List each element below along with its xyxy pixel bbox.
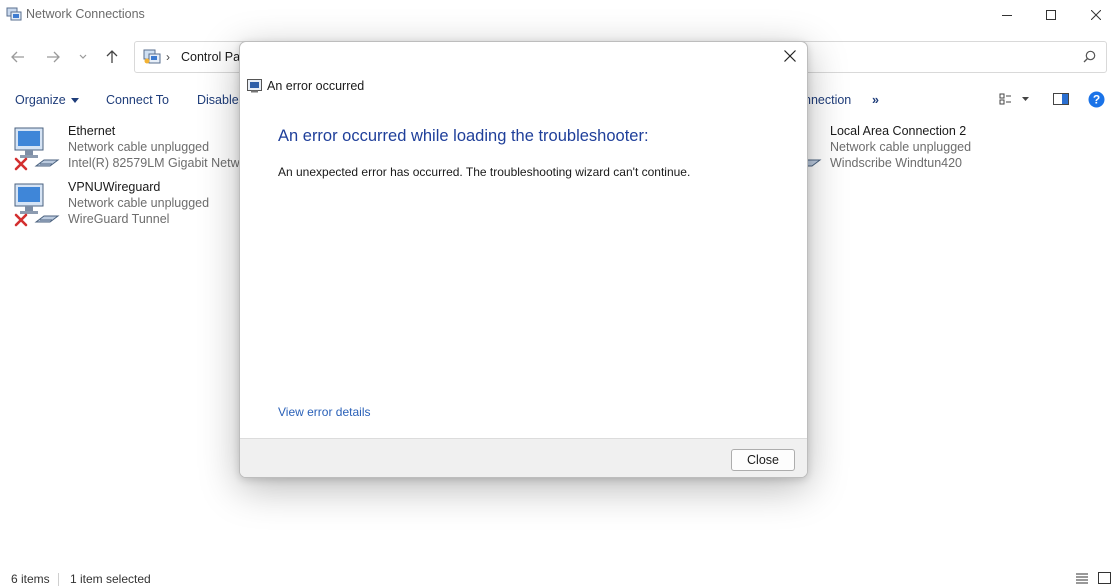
window-title: Network Connections xyxy=(26,7,145,21)
details-view-icon[interactable] xyxy=(1075,572,1089,587)
connection-name: Ethernet xyxy=(68,124,116,138)
up-button[interactable] xyxy=(101,46,123,68)
help-icon[interactable]: ? xyxy=(1088,91,1105,111)
more-commands-button[interactable]: » xyxy=(872,93,879,107)
maximize-icon xyxy=(1046,10,1056,20)
preview-pane-icon[interactable] xyxy=(1053,92,1069,109)
chevron-down-icon xyxy=(79,54,87,59)
svg-text:?: ? xyxy=(1093,93,1100,107)
minimize-button[interactable] xyxy=(984,0,1030,30)
close-icon xyxy=(1091,10,1101,20)
connection-name: VPNUWireguard xyxy=(68,180,161,194)
up-arrow-icon xyxy=(106,50,118,63)
connection-item-ethernet[interactable]: Ethernet Network cable unplugged Intel(R… xyxy=(12,124,272,178)
organize-menu[interactable]: Organize xyxy=(15,93,79,107)
connection-status: Network cable unplugged xyxy=(68,140,210,154)
dialog-footer: Close xyxy=(240,438,807,477)
connection-status: Network cable unplugged xyxy=(68,196,210,210)
window-close-button[interactable] xyxy=(1073,0,1119,30)
back-button[interactable] xyxy=(7,46,29,68)
troubleshooter-icon xyxy=(247,79,262,93)
breadcrumb-control-panel[interactable]: Control Par xyxy=(181,50,244,64)
disconnected-x-icon xyxy=(14,213,28,230)
connection-item-vpnuwireguard[interactable]: VPNUWireguard Network cable unplugged Wi… xyxy=(12,180,272,234)
connection-device: Intel(R) 82579LM Gigabit Networ xyxy=(68,156,251,170)
dialog-close-button[interactable] xyxy=(775,42,805,70)
control-panel-icon xyxy=(143,49,161,65)
connect-to-button[interactable]: Connect To xyxy=(106,93,169,107)
disconnected-x-icon xyxy=(14,157,28,174)
dialog-message: An unexpected error has occurred. The tr… xyxy=(278,165,691,179)
connection-device: Windscribe Windtun420 xyxy=(830,156,963,170)
selection-count: 1 item selected xyxy=(70,572,151,586)
connection-name: Local Area Connection 2 xyxy=(830,124,967,138)
maximize-button[interactable] xyxy=(1028,0,1074,30)
forward-arrow-icon xyxy=(47,51,60,63)
breadcrumb-separator: › xyxy=(166,50,170,64)
close-button[interactable]: Close xyxy=(731,449,795,471)
dialog-title: An error occurred xyxy=(267,79,365,93)
status-bar: 6 items 1 item selected xyxy=(0,570,1119,588)
close-icon xyxy=(784,50,796,62)
large-icons-view-icon[interactable] xyxy=(1098,572,1111,587)
error-dialog: An error occurred An error occurred whil… xyxy=(239,41,808,478)
status-divider xyxy=(58,573,59,586)
connection-item-local-area-connection-2[interactable]: Local Area Connection 2 Network cable un… xyxy=(774,124,1034,178)
item-count: 6 items xyxy=(11,572,50,586)
window-titlebar: Network Connections xyxy=(0,0,1119,30)
connection-status: Network cable unplugged xyxy=(830,140,972,154)
change-view-icon[interactable] xyxy=(999,92,1029,109)
recent-locations-button[interactable] xyxy=(72,46,94,68)
dialog-heading: An error occurred while loading the trou… xyxy=(278,127,649,145)
network-connections-icon xyxy=(6,6,22,22)
search-icon[interactable] xyxy=(1083,50,1096,66)
forward-button[interactable] xyxy=(42,46,64,68)
connection-device: WireGuard Tunnel xyxy=(68,212,170,226)
back-arrow-icon xyxy=(11,51,24,63)
view-error-details-link[interactable]: View error details xyxy=(278,405,370,419)
rename-connection-button[interactable]: nnection xyxy=(804,93,851,107)
minimize-icon xyxy=(1002,15,1012,16)
